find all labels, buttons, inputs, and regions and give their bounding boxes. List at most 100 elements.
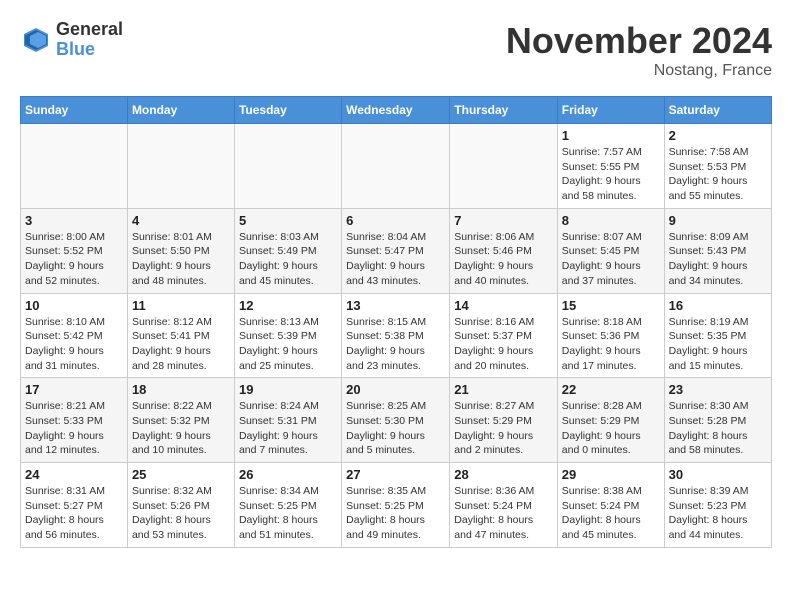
title-area: November 2024 Nostang, France	[506, 20, 772, 80]
day-info: Sunrise: 8:24 AM Sunset: 5:31 PM Dayligh…	[239, 399, 337, 458]
calendar-day-cell: 20 Sunrise: 8:25 AM Sunset: 5:30 PM Dayli…	[342, 378, 450, 463]
day-info: Sunrise: 8:21 AM Sunset: 5:33 PM Dayligh…	[25, 399, 123, 458]
day-number: 16	[669, 298, 767, 313]
logo: General Blue	[20, 20, 123, 60]
day-number: 24	[25, 467, 123, 482]
calendar-day-cell: 30Sunrise: 8:39 AM Sunset: 5:23 PM Dayli…	[664, 463, 771, 548]
calendar-day-cell: 13 Sunrise: 8:15 AM Sunset: 5:38 PM Dayli…	[342, 293, 450, 378]
day-info: Sunrise: 8:27 AM Sunset: 5:29 PM Dayligh…	[454, 399, 553, 458]
day-number: 14	[454, 298, 553, 313]
calendar-day-cell: 2 Sunrise: 7:58 AM Sunset: 5:53 PM Daylig…	[664, 124, 771, 209]
calendar-day-cell: 16 Sunrise: 8:19 AM Sunset: 5:35 PM Dayli…	[664, 293, 771, 378]
day-of-week-header: Saturday	[664, 97, 771, 124]
day-number: 18	[132, 382, 230, 397]
day-of-week-header: Thursday	[450, 97, 558, 124]
calendar-day-cell: 28 Sunrise: 8:36 AM Sunset: 5:24 PM Dayli…	[450, 463, 558, 548]
calendar-day-cell: 6 Sunrise: 8:04 AM Sunset: 5:47 PM Daylig…	[342, 208, 450, 293]
day-info: Sunrise: 8:36 AM Sunset: 5:24 PM Dayligh…	[454, 484, 553, 543]
day-number: 12	[239, 298, 337, 313]
day-number: 9	[669, 213, 767, 228]
day-info: Sunrise: 7:57 AM Sunset: 5:55 PM Dayligh…	[562, 145, 660, 204]
day-number: 4	[132, 213, 230, 228]
day-number: 1	[562, 128, 660, 143]
calendar-day-cell	[127, 124, 234, 209]
calendar-day-cell: 5 Sunrise: 8:03 AM Sunset: 5:49 PM Daylig…	[234, 208, 341, 293]
day-number: 15	[562, 298, 660, 313]
day-info: Sunrise: 8:19 AM Sunset: 5:35 PM Dayligh…	[669, 315, 767, 374]
day-info: Sunrise: 8:15 AM Sunset: 5:38 PM Dayligh…	[346, 315, 445, 374]
day-number: 13	[346, 298, 445, 313]
day-number: 3	[25, 213, 123, 228]
day-number: 2	[669, 128, 767, 143]
calendar-week-row: 17Sunrise: 8:21 AM Sunset: 5:33 PM Dayli…	[21, 378, 772, 463]
month-title: November 2024	[506, 20, 772, 62]
calendar-day-cell: 29Sunrise: 8:38 AM Sunset: 5:24 PM Dayli…	[557, 463, 664, 548]
day-number: 28	[454, 467, 553, 482]
day-of-week-header: Tuesday	[234, 97, 341, 124]
calendar-week-row: 1 Sunrise: 7:57 AM Sunset: 5:55 PM Daylig…	[21, 124, 772, 209]
calendar-day-cell: 10 Sunrise: 8:10 AM Sunset: 5:42 PM Dayli…	[21, 293, 128, 378]
location-title: Nostang, France	[506, 62, 772, 80]
calendar-day-cell: 19 Sunrise: 8:24 AM Sunset: 5:31 PM Dayli…	[234, 378, 341, 463]
day-number: 23	[669, 382, 767, 397]
day-info: Sunrise: 8:28 AM Sunset: 5:29 PM Dayligh…	[562, 399, 660, 458]
calendar-week-row: 24 Sunrise: 8:31 AM Sunset: 5:27 PM Dayli…	[21, 463, 772, 548]
day-info: Sunrise: 8:18 AM Sunset: 5:36 PM Dayligh…	[562, 315, 660, 374]
day-info: Sunrise: 8:04 AM Sunset: 5:47 PM Dayligh…	[346, 230, 445, 289]
day-info: Sunrise: 8:07 AM Sunset: 5:45 PM Dayligh…	[562, 230, 660, 289]
logo-general-text: General	[56, 20, 123, 40]
calendar-day-cell: 27Sunrise: 8:35 AM Sunset: 5:25 PM Dayli…	[342, 463, 450, 548]
day-info: Sunrise: 8:10 AM Sunset: 5:42 PM Dayligh…	[25, 315, 123, 374]
day-number: 8	[562, 213, 660, 228]
calendar-day-cell: 4 Sunrise: 8:01 AM Sunset: 5:50 PM Daylig…	[127, 208, 234, 293]
day-number: 7	[454, 213, 553, 228]
calendar-table: SundayMondayTuesdayWednesdayThursdayFrid…	[20, 96, 772, 548]
day-info: Sunrise: 8:34 AM Sunset: 5:25 PM Dayligh…	[239, 484, 337, 543]
day-info: Sunrise: 7:58 AM Sunset: 5:53 PM Dayligh…	[669, 145, 767, 204]
day-info: Sunrise: 8:03 AM Sunset: 5:49 PM Dayligh…	[239, 230, 337, 289]
day-info: Sunrise: 8:31 AM Sunset: 5:27 PM Dayligh…	[25, 484, 123, 543]
calendar-day-cell: 3 Sunrise: 8:00 AM Sunset: 5:52 PM Daylig…	[21, 208, 128, 293]
day-info: Sunrise: 8:06 AM Sunset: 5:46 PM Dayligh…	[454, 230, 553, 289]
day-number: 6	[346, 213, 445, 228]
day-info: Sunrise: 8:01 AM Sunset: 5:50 PM Dayligh…	[132, 230, 230, 289]
day-number: 26	[239, 467, 337, 482]
day-info: Sunrise: 8:09 AM Sunset: 5:43 PM Dayligh…	[669, 230, 767, 289]
calendar-day-cell: 9 Sunrise: 8:09 AM Sunset: 5:43 PM Daylig…	[664, 208, 771, 293]
day-number: 11	[132, 298, 230, 313]
day-info: Sunrise: 8:12 AM Sunset: 5:41 PM Dayligh…	[132, 315, 230, 374]
calendar-day-cell: 12 Sunrise: 8:13 AM Sunset: 5:39 PM Dayli…	[234, 293, 341, 378]
calendar-day-cell	[234, 124, 341, 209]
calendar-day-cell	[342, 124, 450, 209]
calendar-day-cell	[450, 124, 558, 209]
logo-icon	[20, 24, 52, 56]
day-number: 10	[25, 298, 123, 313]
day-number: 5	[239, 213, 337, 228]
day-info: Sunrise: 8:13 AM Sunset: 5:39 PM Dayligh…	[239, 315, 337, 374]
day-of-week-header: Monday	[127, 97, 234, 124]
day-number: 30	[669, 467, 767, 482]
day-number: 27	[346, 467, 445, 482]
calendar-day-cell: 26 Sunrise: 8:34 AM Sunset: 5:25 PM Dayli…	[234, 463, 341, 548]
calendar-day-cell: 15 Sunrise: 8:18 AM Sunset: 5:36 PM Dayli…	[557, 293, 664, 378]
day-number: 19	[239, 382, 337, 397]
calendar-day-cell: 24 Sunrise: 8:31 AM Sunset: 5:27 PM Dayli…	[21, 463, 128, 548]
calendar-day-cell: 11 Sunrise: 8:12 AM Sunset: 5:41 PM Dayli…	[127, 293, 234, 378]
day-number: 29	[562, 467, 660, 482]
calendar-week-row: 10 Sunrise: 8:10 AM Sunset: 5:42 PM Dayli…	[21, 293, 772, 378]
calendar-day-cell: 17Sunrise: 8:21 AM Sunset: 5:33 PM Dayli…	[21, 378, 128, 463]
page-header: General Blue November 2024 Nostang, Fran…	[20, 20, 772, 80]
calendar-body: 1 Sunrise: 7:57 AM Sunset: 5:55 PM Daylig…	[21, 124, 772, 548]
day-number: 25	[132, 467, 230, 482]
day-info: Sunrise: 8:25 AM Sunset: 5:30 PM Dayligh…	[346, 399, 445, 458]
day-number: 20	[346, 382, 445, 397]
day-info: Sunrise: 8:16 AM Sunset: 5:37 PM Dayligh…	[454, 315, 553, 374]
day-info: Sunrise: 8:00 AM Sunset: 5:52 PM Dayligh…	[25, 230, 123, 289]
day-info: Sunrise: 8:30 AM Sunset: 5:28 PM Dayligh…	[669, 399, 767, 458]
calendar-day-cell: 8 Sunrise: 8:07 AM Sunset: 5:45 PM Daylig…	[557, 208, 664, 293]
calendar-day-cell: 22 Sunrise: 8:28 AM Sunset: 5:29 PM Dayli…	[557, 378, 664, 463]
calendar-day-cell: 1 Sunrise: 7:57 AM Sunset: 5:55 PM Daylig…	[557, 124, 664, 209]
day-number: 22	[562, 382, 660, 397]
day-of-week-header: Sunday	[21, 97, 128, 124]
calendar-day-cell: 21Sunrise: 8:27 AM Sunset: 5:29 PM Dayli…	[450, 378, 558, 463]
